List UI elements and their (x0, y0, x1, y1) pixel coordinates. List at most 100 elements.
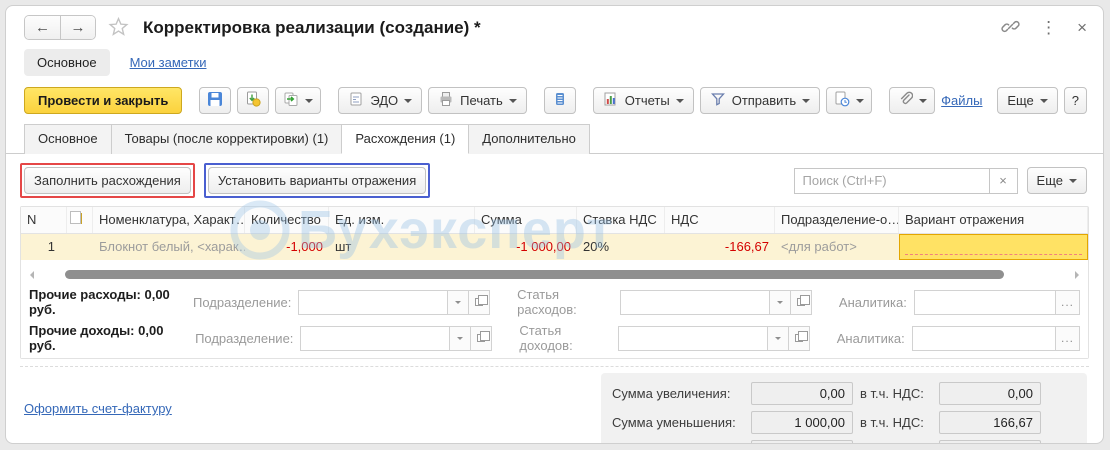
income-item-dropdown-button[interactable] (767, 325, 789, 351)
increase-vat-value: 0,00 (939, 382, 1041, 405)
scrollbar-track[interactable] (37, 270, 1072, 279)
col-header-quantity[interactable]: Количество (245, 207, 329, 233)
search-clear-button[interactable]: × (989, 167, 1018, 194)
table-header: N Номенклатура, Характ… Количество Ед. и… (21, 207, 1088, 234)
cell-n: 1 (47, 239, 55, 254)
chevron-down-icon (457, 336, 464, 343)
back-button[interactable]: ← (25, 16, 60, 39)
send-button[interactable]: Отправить (699, 87, 821, 114)
scrollbar-thumb[interactable] (65, 270, 1004, 279)
page-title: Корректировка реализации (создание) * (143, 17, 481, 37)
total-increase-row: Сумма увеличения: 0,00 в т.ч. НДС: 0,00 (612, 382, 1076, 405)
col-header-reflection-variant[interactable]: Вариант отражения (899, 207, 1088, 233)
income-department-dropdown-button[interactable] (450, 325, 472, 351)
other-income-label: Прочие доходы: 0,00 руб. (29, 323, 164, 353)
dropdown-caret-icon (404, 98, 413, 107)
cell-reflection-variant[interactable] (899, 234, 1088, 260)
department-input[interactable] (298, 289, 449, 315)
document-clock-icon (834, 91, 850, 110)
table-more-button[interactable]: Еще (1026, 167, 1087, 194)
cell-department[interactable]: <для работ> (775, 234, 899, 260)
help-button[interactable]: ? (1063, 87, 1087, 114)
horizontal-scrollbar[interactable] (21, 267, 1088, 282)
department-open-button[interactable] (469, 289, 491, 315)
expense-item-dropdown-button[interactable] (770, 289, 792, 315)
create-invoice-link[interactable]: Оформить счет-фактуру (24, 401, 172, 416)
edo-icon (348, 91, 364, 110)
col-header-unit[interactable]: Ед. изм. (329, 207, 475, 233)
scroll-left-icon[interactable] (26, 270, 34, 279)
expense-analytics-input[interactable] (913, 289, 1057, 315)
income-item-open-button[interactable] (788, 325, 810, 351)
income-item-input[interactable] (617, 325, 768, 351)
expense-item-label: Статья расходов: (517, 287, 577, 317)
forward-button[interactable]: → (60, 16, 95, 39)
department-dropdown-button[interactable] (448, 289, 470, 315)
tab-additional[interactable]: Дополнительно (468, 124, 590, 154)
cell-sum[interactable]: -1 000,00 (475, 234, 577, 260)
fill-discrepancies-button[interactable]: Заполнить расхождения (24, 167, 191, 194)
income-analytics-select-button[interactable]: ... (1056, 325, 1080, 351)
col-header-flag[interactable] (67, 207, 93, 233)
close-icon[interactable]: × (1077, 19, 1087, 36)
annotation-blue-frame: Установить варианты отражения (203, 163, 431, 198)
scheduled-document-button[interactable] (826, 87, 873, 114)
save-icon (207, 91, 223, 110)
other-expenses-label: Прочие расходы: 0,00 руб. (29, 287, 170, 317)
analytics-label: Аналитика: (838, 294, 907, 310)
toolbar-more-button[interactable]: Еще (997, 87, 1058, 114)
dropdown-caret-icon (305, 98, 314, 107)
open-form-icon (797, 295, 811, 306)
edo-button[interactable]: ЭДО (338, 87, 423, 114)
cell-vat[interactable]: -166,67 (665, 234, 775, 260)
favorite-star-icon[interactable] (108, 16, 129, 40)
paperclip-icon (897, 91, 914, 110)
save-button[interactable] (199, 87, 232, 114)
more-label: Еще (1036, 173, 1063, 188)
window-menu-icon[interactable]: ⋮ (1040, 19, 1057, 36)
final-vat-value: 500,00 (939, 440, 1041, 443)
col-header-vat[interactable]: НДС (665, 207, 775, 233)
search-box: × (793, 167, 1018, 194)
copy-link-icon[interactable] (1001, 17, 1020, 39)
tab-main[interactable]: Основное (24, 124, 112, 154)
chevron-down-icon (455, 300, 462, 307)
col-header-department[interactable]: Подразделение-о… (775, 207, 899, 233)
table-row[interactable]: 1 Блокнот белый, <харак… -1,000 шт -1 00… (21, 234, 1088, 260)
tab-goods-after-correction[interactable]: Товары (после корректировки) (1) (110, 124, 343, 154)
create-based-on-button[interactable] (275, 87, 322, 114)
send-label: Отправить (731, 93, 797, 108)
post-document-button[interactable] (237, 87, 270, 114)
income-analytics-input[interactable] (911, 325, 1056, 351)
increase-vat-label: в т.ч. НДС: (860, 386, 924, 401)
col-header-nomenclature[interactable]: Номенклатура, Характ… (93, 207, 245, 233)
attachments-button[interactable] (889, 87, 936, 114)
income-department-open-button[interactable] (471, 325, 493, 351)
expense-item-open-button[interactable] (791, 289, 813, 315)
table-empty-area (21, 260, 1088, 267)
files-link[interactable]: Файлы (941, 93, 982, 108)
col-header-n[interactable]: N (21, 207, 67, 233)
cell-vat-rate[interactable]: 20% (577, 234, 665, 260)
expense-item-input[interactable] (620, 289, 771, 315)
my-notes-link[interactable]: Мои заметки (130, 55, 207, 70)
scroll-right-icon[interactable] (1075, 270, 1083, 279)
col-header-sum[interactable]: Сумма (475, 207, 577, 233)
titlebar: ← → Корректировка реализации (создание) … (6, 6, 1103, 42)
department-label: Подразделение: (195, 330, 294, 346)
col-header-vat-rate[interactable]: Ставка НДС (577, 207, 665, 233)
expense-analytics-field: ... (913, 289, 1081, 315)
print-button[interactable]: Печать (428, 87, 527, 114)
post-and-close-button[interactable]: Провести и закрыть (24, 87, 183, 114)
tab-discrepancies[interactable]: Расхождения (1) (341, 124, 470, 154)
cell-nomenclature[interactable]: Блокнот белый, <харак… (93, 234, 245, 260)
expense-analytics-select-button[interactable]: ... (1056, 289, 1081, 315)
set-reflection-variants-button[interactable]: Установить варианты отражения (207, 167, 427, 194)
document-movements-button[interactable] (543, 87, 576, 114)
cell-quantity[interactable]: -1,000 (245, 234, 329, 260)
search-input[interactable] (793, 167, 990, 194)
cell-unit[interactable]: шт (329, 234, 475, 260)
nav-item-main[interactable]: Основное (24, 49, 110, 76)
reports-button[interactable]: Отчеты (592, 87, 694, 114)
income-department-input[interactable] (300, 325, 451, 351)
